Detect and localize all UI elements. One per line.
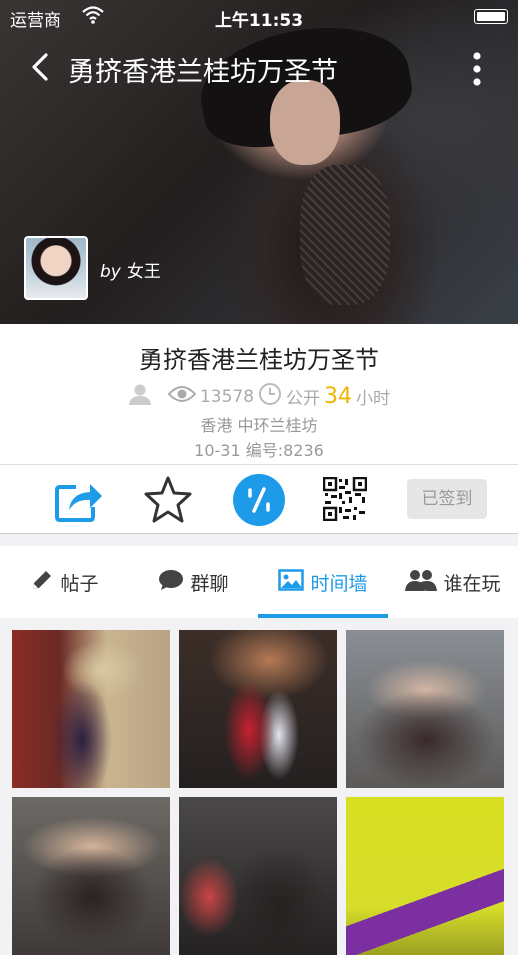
tab-posts[interactable]: 帖子 <box>0 546 129 618</box>
photo-tile[interactable] <box>346 630 504 788</box>
active-tab-indicator <box>258 614 388 618</box>
tab-group-chat-label: 群聊 <box>190 572 229 595</box>
photo-tile[interactable] <box>179 797 337 955</box>
tab-time-wall-label: 时间墙 <box>310 572 368 595</box>
photo-tile[interactable] <box>346 797 504 955</box>
photo-tile[interactable] <box>12 630 170 788</box>
photo-tile[interactable] <box>179 630 337 788</box>
image-icon <box>278 568 305 596</box>
byline-prefix: by <box>100 262 121 282</box>
star-icon[interactable] <box>143 475 193 527</box>
author-byline[interactable]: by 女王 <box>100 257 161 282</box>
event-date-code: 10-31 编号:8236 <box>194 441 324 460</box>
share-icon[interactable] <box>54 477 104 527</box>
battery-icon <box>474 9 508 24</box>
pencil-icon <box>30 568 54 597</box>
nav-title: 勇挤香港兰桂坊万圣节 <box>68 57 338 88</box>
status-bar: 运营商 上午11:53 <box>0 0 518 34</box>
action-bar: 已签到 <box>0 464 518 534</box>
event-location: 香港 中环兰桂坊 <box>200 416 318 435</box>
eye-icon <box>167 384 197 409</box>
tab-group-chat[interactable]: 群聊 <box>129 546 258 618</box>
cover-dress-shape <box>300 165 390 305</box>
clock-icon <box>258 382 282 411</box>
people-icon <box>405 569 438 596</box>
view-count: 13578 <box>199 386 255 407</box>
public-label: 公开 <box>286 389 321 409</box>
clock: 上午11:53 <box>214 11 304 31</box>
event-title: 勇挤香港兰桂坊万圣节 <box>139 346 379 374</box>
nav-bar: 勇挤香港兰桂坊万圣节 <box>0 44 518 94</box>
tab-bar: 帖子 群聊 时间墙 谁在玩 <box>0 546 518 618</box>
hours-count: 34 <box>324 384 353 409</box>
back-arrow-icon[interactable] <box>26 52 56 82</box>
photo-tile[interactable] <box>12 797 170 955</box>
hours-unit: 小时 <box>356 389 391 409</box>
tab-time-wall[interactable]: 时间墙 <box>258 546 388 618</box>
tab-posts-label: 帖子 <box>60 572 99 595</box>
qr-code-icon[interactable] <box>322 476 368 525</box>
more-menu-icon[interactable] <box>472 51 482 87</box>
chat-bubble-icon <box>158 569 184 596</box>
event-stats: 13578 公开 34 小时 <box>0 382 518 411</box>
tab-who-is-playing[interactable]: 谁在玩 <box>388 546 518 618</box>
event-info: 勇挤香港兰桂坊万圣节 13578 公开 34 小时 香港 中环兰桂坊 10-31 编… <box>0 324 518 464</box>
percent-icon[interactable] <box>233 474 285 530</box>
tab-who-is-playing-label: 谁在玩 <box>443 572 501 595</box>
person-icon <box>128 382 152 411</box>
author-avatar[interactable] <box>24 236 88 300</box>
checkin-button[interactable]: 已签到 <box>407 479 487 519</box>
author-name: 女王 <box>126 262 161 282</box>
